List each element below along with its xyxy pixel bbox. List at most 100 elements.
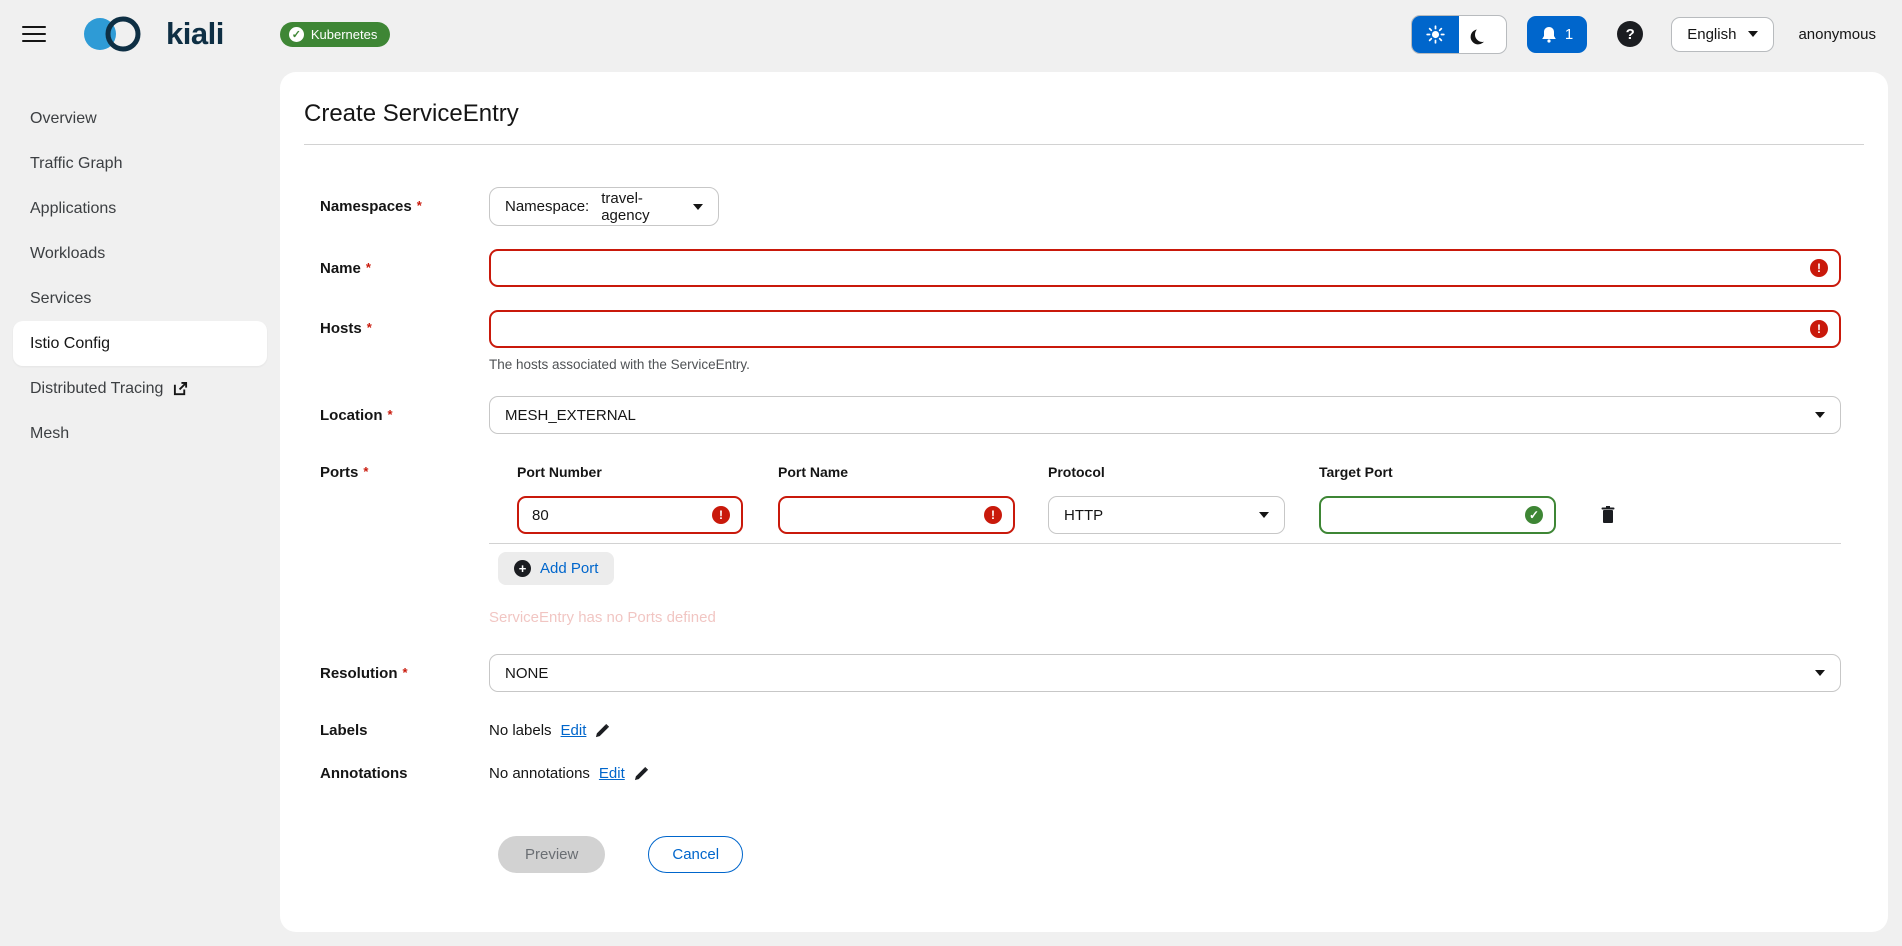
labels-row: Labels No labels Edit [320, 722, 1864, 739]
ports-row: Ports* Port Number Port Name Protocol Ta… [320, 464, 1864, 626]
sidebar: Overview Traffic Graph Applications Work… [0, 68, 280, 946]
sidebar-item-overview[interactable]: Overview [0, 96, 280, 141]
required-asterisk: * [403, 665, 408, 680]
location-select[interactable]: MESH_EXTERNAL [489, 396, 1841, 434]
menu-toggle-icon[interactable] [22, 26, 46, 42]
error-icon: ! [984, 506, 1002, 524]
bell-icon [1541, 26, 1557, 43]
required-asterisk: * [417, 198, 422, 213]
serviceentry-form: Namespaces* Namespace: travel-agency Nam… [320, 187, 1864, 873]
plus-circle-icon: + [514, 560, 531, 577]
required-asterisk: * [388, 407, 393, 422]
ports-label: Ports* [320, 464, 489, 481]
annotations-value: No annotations [489, 765, 590, 782]
language-select[interactable]: English [1671, 17, 1774, 52]
cancel-button[interactable]: Cancel [648, 836, 743, 873]
sidebar-item-distributed-tracing[interactable]: Distributed Tracing [0, 366, 280, 411]
port-name-input[interactable] [780, 498, 1013, 532]
location-row: Location* MESH_EXTERNAL [320, 396, 1864, 434]
required-asterisk: * [367, 320, 372, 335]
name-label: Name* [320, 260, 489, 277]
error-icon: ! [712, 506, 730, 524]
target-port-wrapper: ✓ [1319, 496, 1556, 534]
sun-icon [1426, 25, 1445, 44]
chevron-down-icon [1815, 670, 1825, 676]
chevron-down-icon [1815, 412, 1825, 418]
kiali-logo: kiali [82, 13, 224, 55]
namespace-dropdown[interactable]: Namespace: travel-agency [489, 187, 719, 226]
hosts-helper-text: The hosts associated with the ServiceEnt… [489, 357, 1841, 372]
sidebar-item-istio-config[interactable]: Istio Config [13, 321, 267, 366]
preview-button[interactable]: Preview [498, 836, 605, 873]
form-actions: Preview Cancel [498, 836, 1864, 873]
sidebar-item-applications[interactable]: Applications [0, 186, 280, 231]
sidebar-item-traffic-graph[interactable]: Traffic Graph [0, 141, 280, 186]
labels-label: Labels [320, 722, 489, 739]
col-port-number: Port Number [517, 464, 778, 480]
hosts-row: Hosts* ! The hosts associated with the S… [320, 310, 1864, 372]
trash-icon [1600, 506, 1616, 524]
error-icon: ! [1810, 259, 1828, 277]
ports-table-header: Port Number Port Name Protocol Target Po… [489, 464, 1841, 480]
name-input-wrapper: ! [489, 249, 1841, 287]
masthead: kiali ✓ Kubernetes [0, 0, 1902, 68]
pencil-icon[interactable] [634, 766, 649, 781]
port-number-input[interactable] [519, 498, 741, 532]
ports-validation-message: ServiceEntry has no Ports defined [489, 609, 1841, 626]
resolution-value: NONE [505, 665, 548, 682]
add-port-label: Add Port [540, 560, 598, 577]
protocol-select[interactable]: HTTP [1048, 496, 1285, 534]
external-link-icon [173, 381, 188, 396]
main-content: Create ServiceEntry Namespaces* Namespac… [280, 68, 1902, 946]
pencil-icon[interactable] [595, 723, 610, 738]
add-port-button[interactable]: + Add Port [498, 552, 614, 585]
moon-icon [1474, 26, 1491, 43]
delete-port-button[interactable] [1600, 506, 1616, 524]
help-button[interactable]: ? [1617, 21, 1643, 47]
page-title: Create ServiceEntry [304, 100, 1864, 128]
sidebar-item-mesh[interactable]: Mesh [0, 411, 280, 456]
labels-value: No labels [489, 722, 552, 739]
cluster-badge: ✓ Kubernetes [280, 22, 391, 47]
notifications-button[interactable]: 1 [1527, 16, 1587, 53]
theme-toggle [1411, 15, 1507, 54]
target-port-input[interactable] [1321, 498, 1554, 532]
port-name-wrapper: ! [778, 496, 1015, 534]
name-input[interactable] [491, 251, 1839, 285]
labels-edit-link[interactable]: Edit [561, 722, 587, 739]
required-asterisk: * [363, 464, 368, 479]
resolution-row: Resolution* NONE [320, 654, 1864, 692]
cluster-badge-label: Kubernetes [311, 27, 378, 42]
protocol-value: HTTP [1064, 507, 1103, 524]
col-protocol: Protocol [1048, 464, 1319, 480]
annotations-row: Annotations No annotations Edit [320, 765, 1864, 782]
port-number-wrapper: ! [517, 496, 743, 534]
namespaces-row: Namespaces* Namespace: travel-agency [320, 187, 1864, 226]
namespaces-label: Namespaces* [320, 198, 489, 215]
notification-count: 1 [1565, 26, 1573, 43]
sidebar-item-services[interactable]: Services [0, 276, 280, 321]
hosts-input[interactable] [491, 312, 1839, 346]
username: anonymous [1798, 26, 1876, 43]
light-theme-button[interactable] [1412, 16, 1459, 53]
location-label: Location* [320, 407, 489, 424]
sidebar-item-workloads[interactable]: Workloads [0, 231, 280, 276]
title-divider [304, 144, 1864, 145]
required-asterisk: * [366, 260, 371, 275]
name-row: Name* ! [320, 249, 1864, 287]
chevron-down-icon [1259, 512, 1269, 518]
language-value: English [1687, 26, 1736, 43]
check-circle-icon: ✓ [289, 27, 304, 42]
namespace-dropdown-prefix: Namespace: [505, 198, 589, 215]
chevron-down-icon [1748, 31, 1758, 37]
error-icon: ! [1810, 320, 1828, 338]
location-value: MESH_EXTERNAL [505, 407, 636, 424]
hosts-label: Hosts* [320, 320, 489, 337]
resolution-select[interactable]: NONE [489, 654, 1841, 692]
dark-theme-button[interactable] [1459, 16, 1506, 53]
brand-name: kiali [166, 16, 224, 52]
annotations-edit-link[interactable]: Edit [599, 765, 625, 782]
resolution-label: Resolution* [320, 665, 489, 682]
namespace-dropdown-value: travel-agency [601, 190, 679, 224]
create-serviceentry-card: Create ServiceEntry Namespaces* Namespac… [280, 72, 1888, 932]
